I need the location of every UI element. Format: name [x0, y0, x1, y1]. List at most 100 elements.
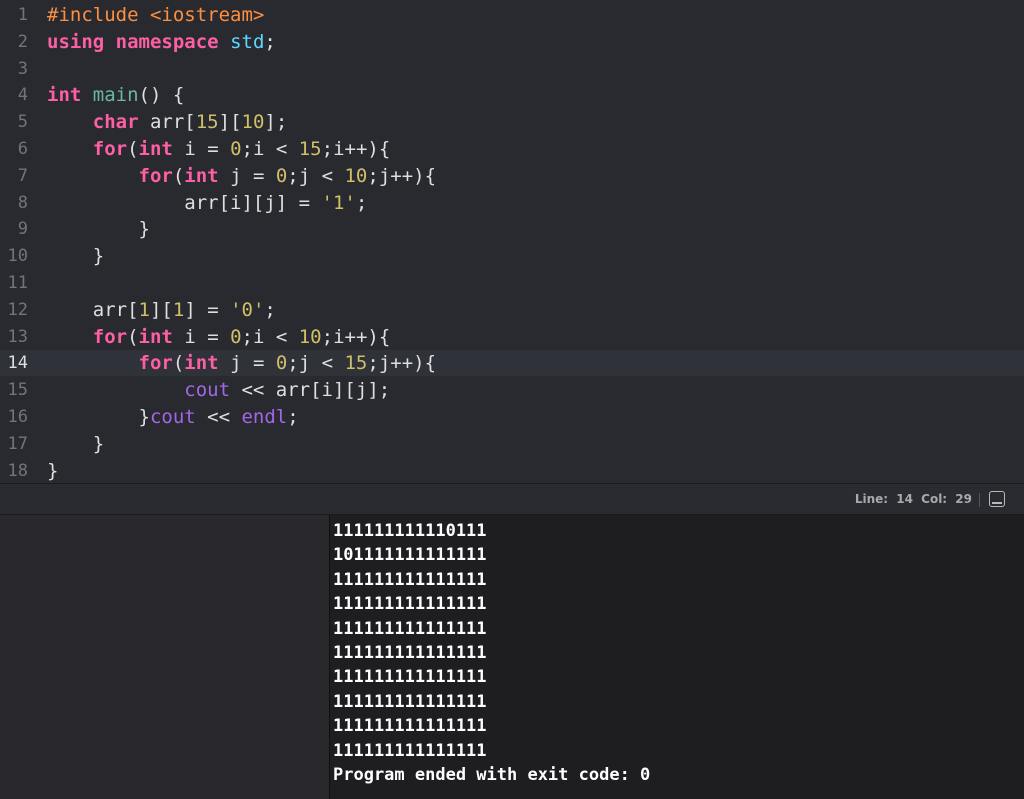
code-token: int: [47, 84, 82, 107]
code-token: j =: [218, 352, 276, 375]
code-editor[interactable]: 1 #include <iostream> 2 using namespace std…: [0, 0, 1024, 483]
code-token: (: [127, 138, 139, 160]
code-token: i =: [172, 138, 231, 160]
code-token: }: [47, 406, 150, 428]
code-token: }: [47, 459, 59, 482]
code-line[interactable]: 14 for(int j = 0;j < 15;j++){: [0, 350, 1024, 377]
code-text[interactable]: arr[i][j] = '1';: [47, 190, 367, 216]
line-number: 14: [7, 353, 28, 374]
code-token: 1: [172, 298, 185, 321]
code-text[interactable]: }cout << endl;: [47, 404, 299, 430]
code-token: j =: [218, 164, 276, 187]
code-text[interactable]: arr[1][1] = '0';: [47, 297, 276, 323]
code-line[interactable]: 5 char arr[15][10];: [0, 109, 1024, 135]
code-text[interactable]: using namespace std;: [47, 29, 276, 55]
status-divider: [979, 493, 980, 507]
code-text[interactable]: for(int i = 0;i < 10;i++){: [47, 324, 391, 350]
code-text[interactable]: for(int i = 0;i < 15;i++){: [47, 136, 391, 162]
col-value: 29: [955, 492, 972, 506]
line-number: 2: [17, 31, 28, 52]
code-line[interactable]: 6 for(int i = 0;i < 15;i++){: [0, 136, 1024, 162]
code-text[interactable]: }: [47, 216, 150, 242]
code-token: arr[i][j] =: [47, 191, 322, 214]
line-number: 16: [7, 407, 28, 427]
code-token: int: [184, 164, 219, 187]
console-line: 111111111111111: [333, 643, 487, 663]
code-line[interactable]: 18}: [0, 458, 1024, 484]
code-token: arr[: [47, 298, 139, 321]
code-token: int: [138, 325, 173, 348]
code-text[interactable]: }: [47, 458, 58, 484]
code-line[interactable]: 15 cout << arr[i][j];: [0, 377, 1024, 403]
console-line: 111111111111111: [333, 691, 487, 712]
code-token: ;j <: [287, 352, 345, 375]
code-line[interactable]: 7 for(int j = 0;j < 10;j++){: [0, 163, 1024, 189]
code-token: (: [172, 164, 185, 187]
code-token: ][: [149, 298, 173, 321]
code-token: 15: [195, 111, 219, 134]
code-line[interactable]: 3: [0, 56, 1024, 82]
line-value: 14: [896, 492, 913, 506]
console-line: 101111111111111: [333, 545, 487, 566]
line-number: 11: [7, 273, 28, 293]
code-token: std: [230, 30, 265, 53]
code-token: cout: [184, 379, 231, 402]
code-token: endl: [241, 406, 288, 428]
console-toggle-icon[interactable]: [989, 491, 1005, 507]
code-text[interactable]: char arr[15][10];: [47, 109, 288, 135]
console-line: 111111111111111: [333, 667, 487, 688]
code-line[interactable]: 16 }cout << endl;: [0, 404, 1024, 430]
code-token: for: [92, 325, 128, 348]
code-line[interactable]: 10 }: [0, 243, 1024, 269]
code-token: ;: [355, 191, 368, 214]
line-number: 18: [7, 460, 28, 481]
line-number: 15: [7, 380, 28, 401]
code-token: 10: [344, 164, 368, 187]
code-text[interactable]: }: [47, 431, 104, 457]
cursor-position: Line: 14 Col: 29: [851, 492, 972, 506]
code-token: i =: [172, 325, 231, 348]
code-token: for: [138, 164, 173, 187]
line-number: 9: [17, 219, 28, 240]
code-text[interactable]: for(int j = 0;j < 10;j++){: [47, 163, 437, 189]
code-line[interactable]: 1 #include <iostream>: [0, 2, 1024, 28]
code-token: ;j <: [287, 164, 345, 187]
line-number: 13: [7, 326, 28, 347]
code-token: ] =: [184, 298, 231, 321]
code-text[interactable]: cout << arr[i][j];: [47, 377, 390, 403]
code-text[interactable]: for(int j = 0;j < 15;j++){: [47, 350, 437, 376]
code-token: 10: [241, 111, 265, 134]
code-token: () {: [138, 84, 185, 107]
code-text[interactable]: }: [47, 243, 104, 269]
code-token: ];: [264, 111, 288, 134]
code-line[interactable]: 12 arr[1][1] = '0';: [0, 297, 1024, 323]
code-line[interactable]: 2 using namespace std;: [0, 29, 1024, 55]
console-output[interactable]: 111111111110111 101111111111111 1111111111…: [330, 515, 1024, 799]
code-line[interactable]: 9 }: [0, 216, 1024, 242]
variables-pane[interactable]: [0, 515, 329, 799]
code-line[interactable]: 4 int main() {: [0, 82, 1024, 108]
code-token: ;: [287, 406, 299, 428]
console-line: 111111111111111: [333, 740, 487, 761]
code-token: (: [172, 352, 185, 375]
code-line[interactable]: 8 arr[i][j] = '1';: [0, 190, 1024, 216]
line-number: 12: [7, 299, 28, 320]
console-line: 111111111111111: [333, 569, 487, 590]
col-label: Col:: [921, 492, 948, 506]
line-number: 6: [17, 139, 28, 159]
code-token: #include <iostream>: [47, 4, 265, 26]
code-token: (: [127, 325, 139, 348]
code-token: }: [47, 432, 105, 455]
code-line[interactable]: 13 for(int i = 0;i < 10;i++){: [0, 324, 1024, 350]
code-token: namespace: [115, 30, 219, 53]
code-token: 15: [298, 138, 322, 160]
code-line[interactable]: 11: [0, 270, 1024, 296]
code-text[interactable]: int main() {: [47, 82, 184, 108]
code-text[interactable]: #include <iostream>: [47, 2, 264, 28]
code-line[interactable]: 17 }: [0, 431, 1024, 457]
code-token: <<: [195, 406, 242, 428]
